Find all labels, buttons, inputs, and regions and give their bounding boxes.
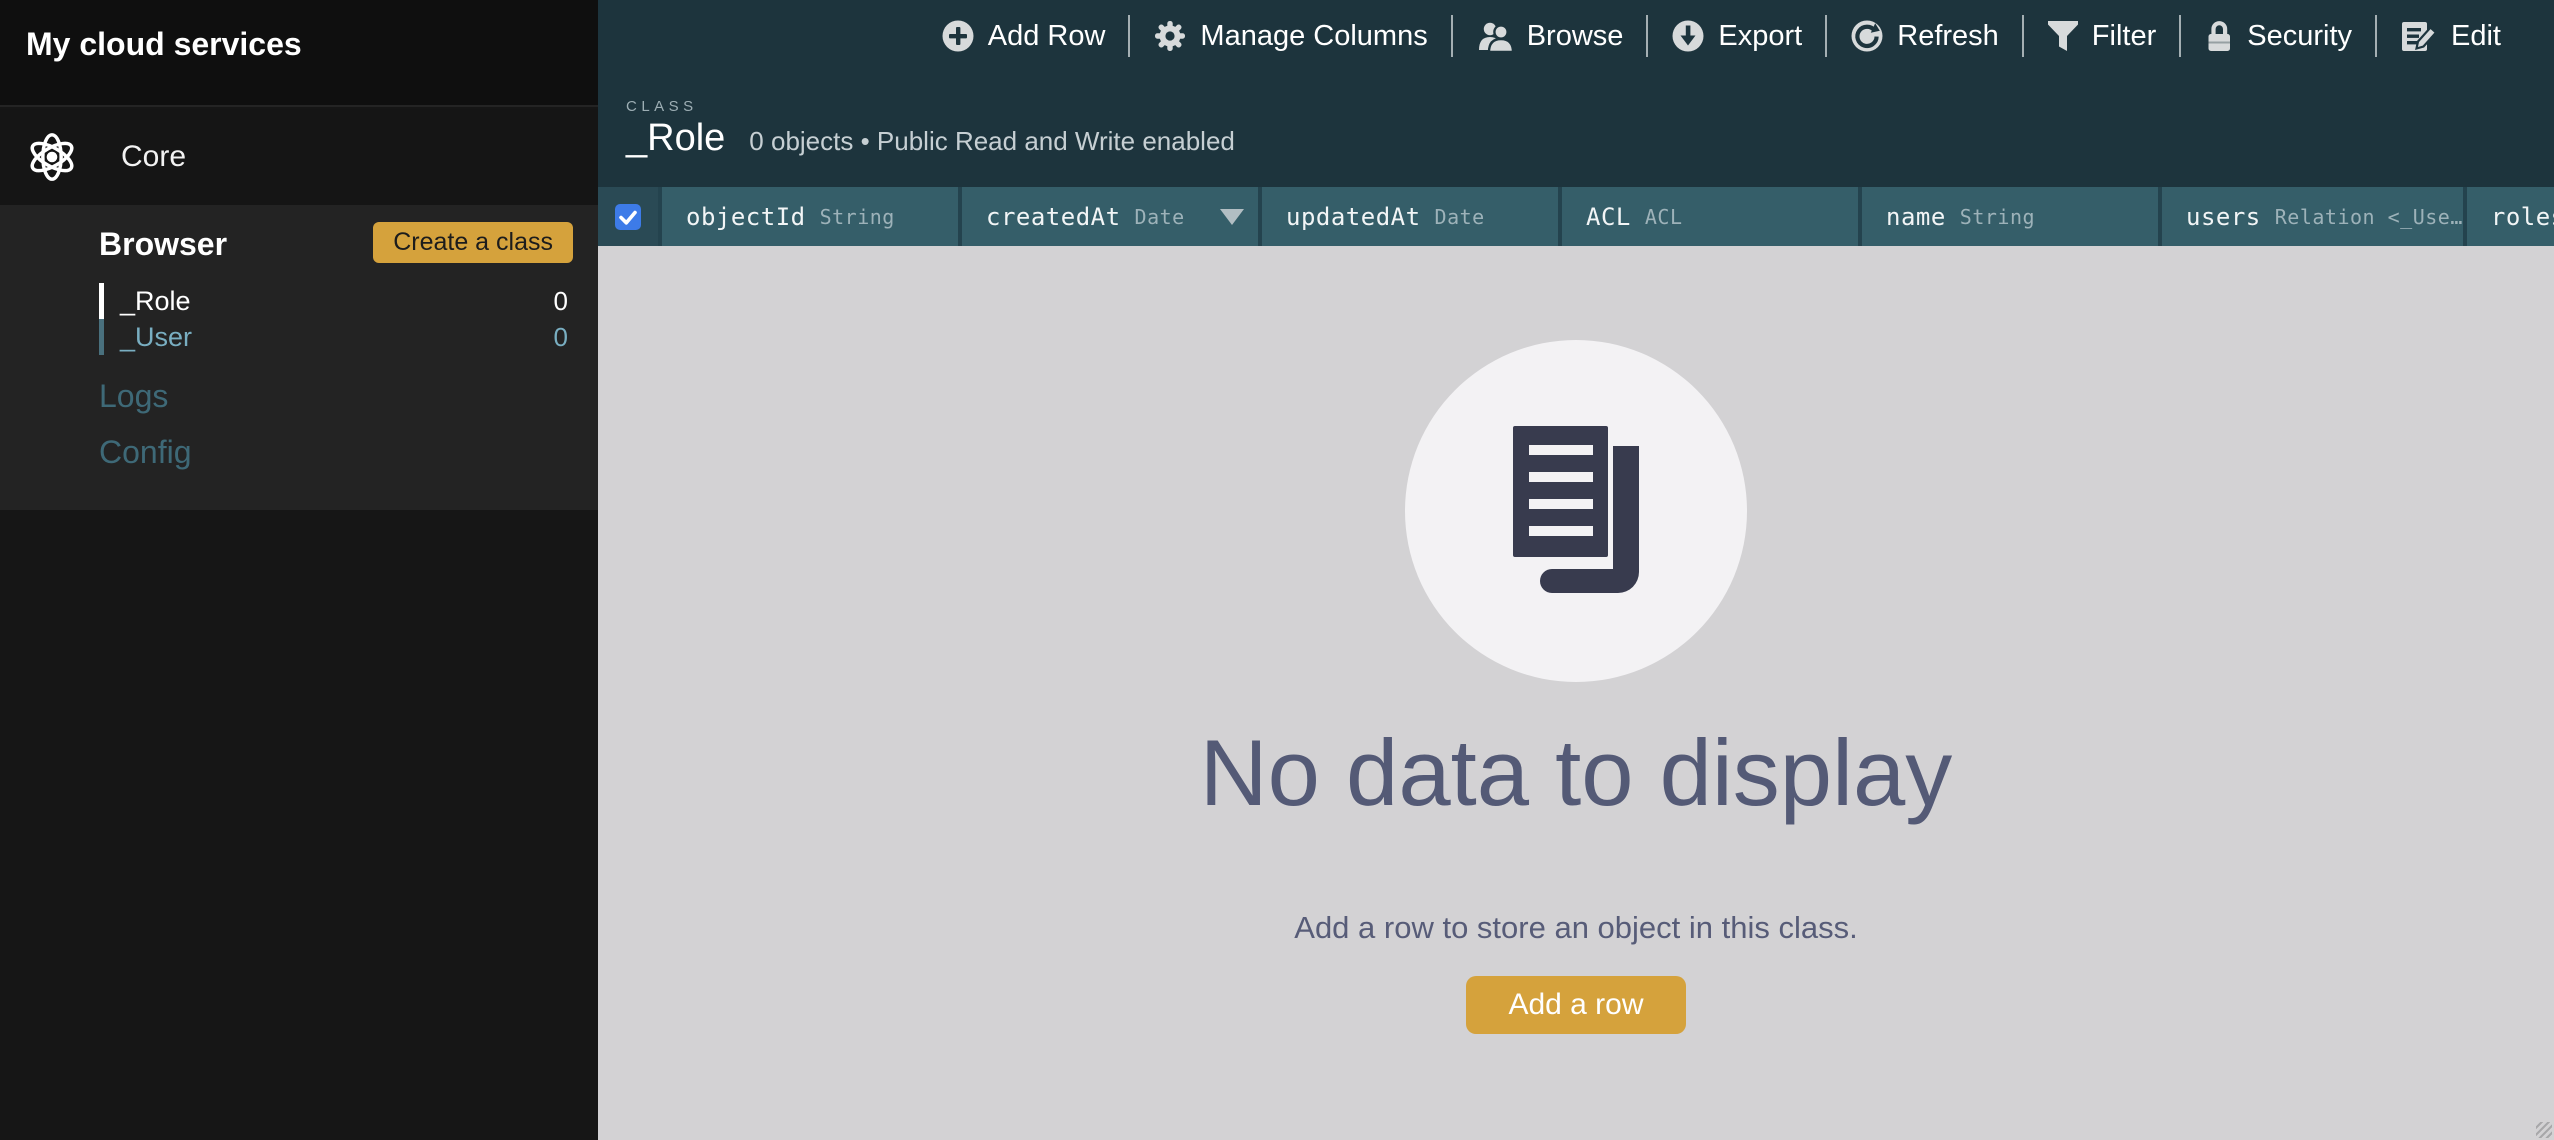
toolbar-separator: [2375, 15, 2377, 57]
topbar: Add Row Manage Columns: [598, 0, 2554, 187]
column-name: objectId: [686, 203, 806, 231]
column-type: Date: [1135, 205, 1185, 229]
toolbar-separator: [1646, 15, 1648, 57]
toolbar-label: Export: [1718, 20, 1802, 53]
class-item-user[interactable]: _User 0: [99, 319, 568, 355]
browser-content: No data to display Add a row to store an…: [598, 246, 2554, 1140]
toolbar: Add Row Manage Columns: [598, 0, 2554, 72]
class-count: 0: [554, 286, 568, 317]
sidebar-item-logs[interactable]: Logs: [99, 378, 168, 415]
column-header-acl[interactable]: ACL ACL: [1562, 187, 1858, 246]
toolbar-label: Filter: [2092, 20, 2156, 53]
documents-icon: [1513, 426, 1640, 596]
toolbar-label: Browse: [1527, 20, 1624, 53]
sidebar-item-core[interactable]: Core: [0, 109, 598, 205]
column-type: Relation <_Use…: [2275, 205, 2463, 229]
toolbar-label: Add Row: [988, 20, 1106, 53]
add-row-toolbar-button[interactable]: Add Row: [941, 19, 1106, 53]
class-title: _Role: [626, 117, 725, 160]
toolbar-separator: [1128, 15, 1130, 57]
add-row-icon: [941, 19, 975, 53]
edit-icon: [2400, 19, 2438, 53]
core-label: Core: [121, 140, 186, 174]
toolbar-label: Edit: [2451, 20, 2501, 53]
column-name: updatedAt: [1286, 203, 1421, 231]
class-info: CLASS _Role 0 objects • Public Read and …: [626, 98, 1235, 160]
column-type: Date: [1435, 205, 1485, 229]
column-header-users[interactable]: users Relation <_Use…: [2162, 187, 2463, 246]
app-header: My cloud services: [0, 0, 598, 107]
export-icon: [1671, 19, 1705, 53]
browser-section: Browser Create a class _Role 0 _User 0 L…: [0, 205, 598, 510]
app-title: My cloud services: [26, 26, 302, 63]
manage-columns-toolbar-button[interactable]: Manage Columns: [1153, 19, 1427, 53]
toolbar-label: Manage Columns: [1200, 20, 1427, 53]
class-name: _Role: [120, 286, 191, 317]
column-type: String: [1960, 205, 2035, 229]
refresh-toolbar-button[interactable]: Refresh: [1850, 19, 1999, 53]
empty-state-circle: [1405, 340, 1747, 682]
column-header-createdat[interactable]: createdAt Date: [962, 187, 1258, 246]
browser-title: Browser: [99, 226, 227, 263]
create-class-button[interactable]: Create a class: [373, 222, 573, 263]
toolbar-separator: [1825, 15, 1827, 57]
class-subtitle: 0 objects • Public Read and Write enable…: [749, 126, 1235, 157]
toolbar-separator: [2179, 15, 2181, 57]
column-name: roles: [2491, 203, 2554, 231]
column-header-updatedat[interactable]: updatedAt Date: [1262, 187, 1558, 246]
select-all-cell: [598, 187, 658, 246]
people-icon: [1476, 19, 1514, 53]
toolbar-label: Refresh: [1897, 20, 1999, 53]
export-toolbar-button[interactable]: Export: [1671, 19, 1802, 53]
sort-desc-icon: [1220, 209, 1244, 225]
column-name: ACL: [1586, 203, 1631, 231]
column-type: ACL: [1645, 205, 1683, 229]
column-header-roles[interactable]: roles: [2467, 187, 2554, 246]
sidebar: My cloud services Core Browser Create a …: [0, 0, 598, 1140]
select-all-checkbox[interactable]: [615, 204, 641, 230]
resize-grip[interactable]: [2536, 1122, 2552, 1138]
empty-state-title: No data to display: [1200, 714, 1952, 832]
edit-toolbar-button[interactable]: Edit: [2400, 19, 2501, 53]
column-name: createdAt: [986, 203, 1121, 231]
gear-icon: [1153, 19, 1187, 53]
column-name: users: [2186, 203, 2261, 231]
class-count: 0: [554, 322, 568, 353]
toolbar-separator: [2022, 15, 2024, 57]
lock-icon: [2204, 18, 2234, 54]
table-header: objectId String createdAt Date updatedAt…: [598, 187, 2554, 246]
column-header-objectid[interactable]: objectId String: [662, 187, 958, 246]
column-name: name: [1886, 203, 1946, 231]
column-type: String: [820, 205, 895, 229]
refresh-icon: [1850, 19, 1884, 53]
toolbar-separator: [1451, 15, 1453, 57]
atom-icon: [25, 130, 79, 184]
funnel-icon: [2047, 19, 2079, 53]
empty-state-message: Add a row to store an object in this cla…: [1294, 910, 1857, 946]
sidebar-item-config[interactable]: Config: [99, 434, 192, 471]
add-a-row-button[interactable]: Add a row: [1466, 976, 1685, 1034]
toolbar-label: Security: [2247, 20, 2352, 53]
class-eyebrow: CLASS: [626, 98, 1235, 115]
class-list: _Role 0 _User 0: [99, 283, 568, 355]
security-toolbar-button[interactable]: Security: [2204, 18, 2352, 54]
class-item-role[interactable]: _Role 0: [99, 283, 568, 319]
column-header-name[interactable]: name String: [1862, 187, 2158, 246]
class-name: _User: [120, 322, 192, 353]
filter-toolbar-button[interactable]: Filter: [2047, 19, 2156, 53]
browse-toolbar-button[interactable]: Browse: [1476, 19, 1624, 53]
